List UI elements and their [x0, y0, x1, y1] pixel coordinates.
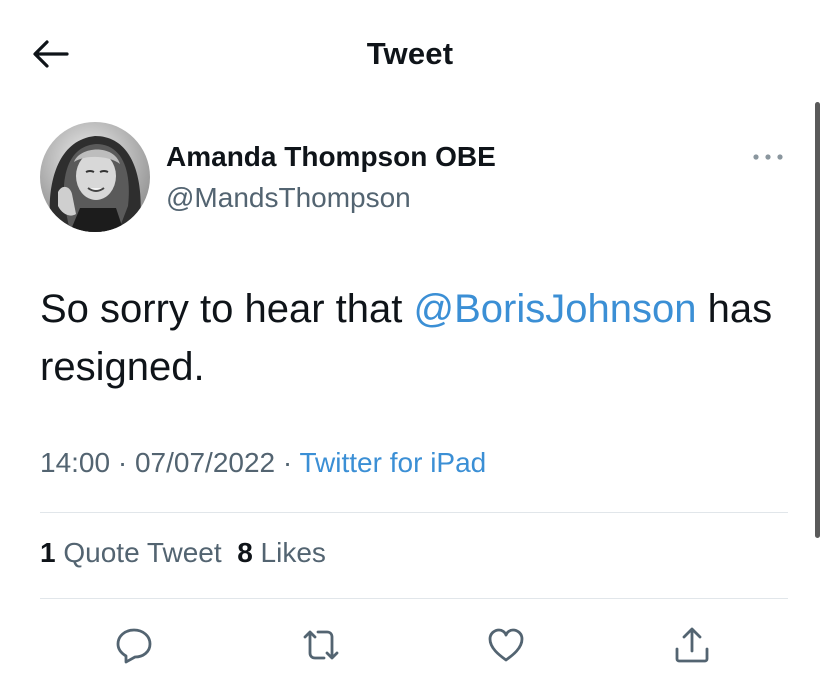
likes-stat[interactable]: 8 Likes — [237, 537, 326, 568]
like-icon — [488, 628, 524, 662]
tweet-date: 07/07/2022 — [134, 447, 276, 478]
tweet-source-link[interactable]: Twitter for iPad — [300, 447, 487, 478]
meta-separator: · — [275, 447, 300, 478]
author-handle[interactable]: @MandsThompson — [166, 182, 411, 214]
avatar[interactable] — [40, 122, 150, 232]
top-bar: Tweet — [0, 0, 820, 108]
tweet-time: 14:00 — [40, 447, 111, 478]
retweet-icon — [303, 630, 339, 660]
tweet-text-part: So sorry to hear that — [40, 287, 414, 331]
more-icon — [753, 154, 783, 160]
quote-tweets-stat[interactable]: 1 Quote Tweet — [40, 537, 222, 568]
page-title: Tweet — [366, 36, 454, 71]
tweet-meta: 14:00 · 07/07/2022 · Twitter for iPad — [40, 447, 486, 479]
divider — [40, 512, 788, 513]
author-name[interactable]: Amanda Thompson OBE — [166, 141, 496, 173]
more-options-button[interactable] — [748, 146, 788, 168]
likes-label: Likes — [260, 537, 326, 568]
share-icon — [675, 627, 709, 663]
likes-count: 8 — [237, 537, 253, 568]
mention-link[interactable]: @BorisJohnson — [414, 287, 697, 331]
tweet-actions — [0, 620, 820, 670]
quote-tweets-label: Quote Tweet — [63, 537, 222, 568]
share-button[interactable] — [667, 620, 717, 670]
avatar-photo — [40, 122, 150, 232]
reply-icon — [116, 628, 152, 664]
tweet-author: Amanda Thompson OBE @MandsThompson — [40, 122, 788, 234]
divider — [40, 598, 788, 599]
quote-tweets-count: 1 — [40, 537, 56, 568]
tweet-stats: 1 Quote Tweet 8 Likes — [40, 537, 326, 569]
scrollbar[interactable] — [815, 102, 820, 538]
tweet-text: So sorry to hear that @BorisJohnson has … — [40, 280, 788, 396]
reply-button[interactable] — [109, 620, 159, 670]
like-button[interactable] — [481, 620, 531, 670]
meta-separator: · — [110, 447, 135, 478]
retweet-button[interactable] — [296, 620, 346, 670]
